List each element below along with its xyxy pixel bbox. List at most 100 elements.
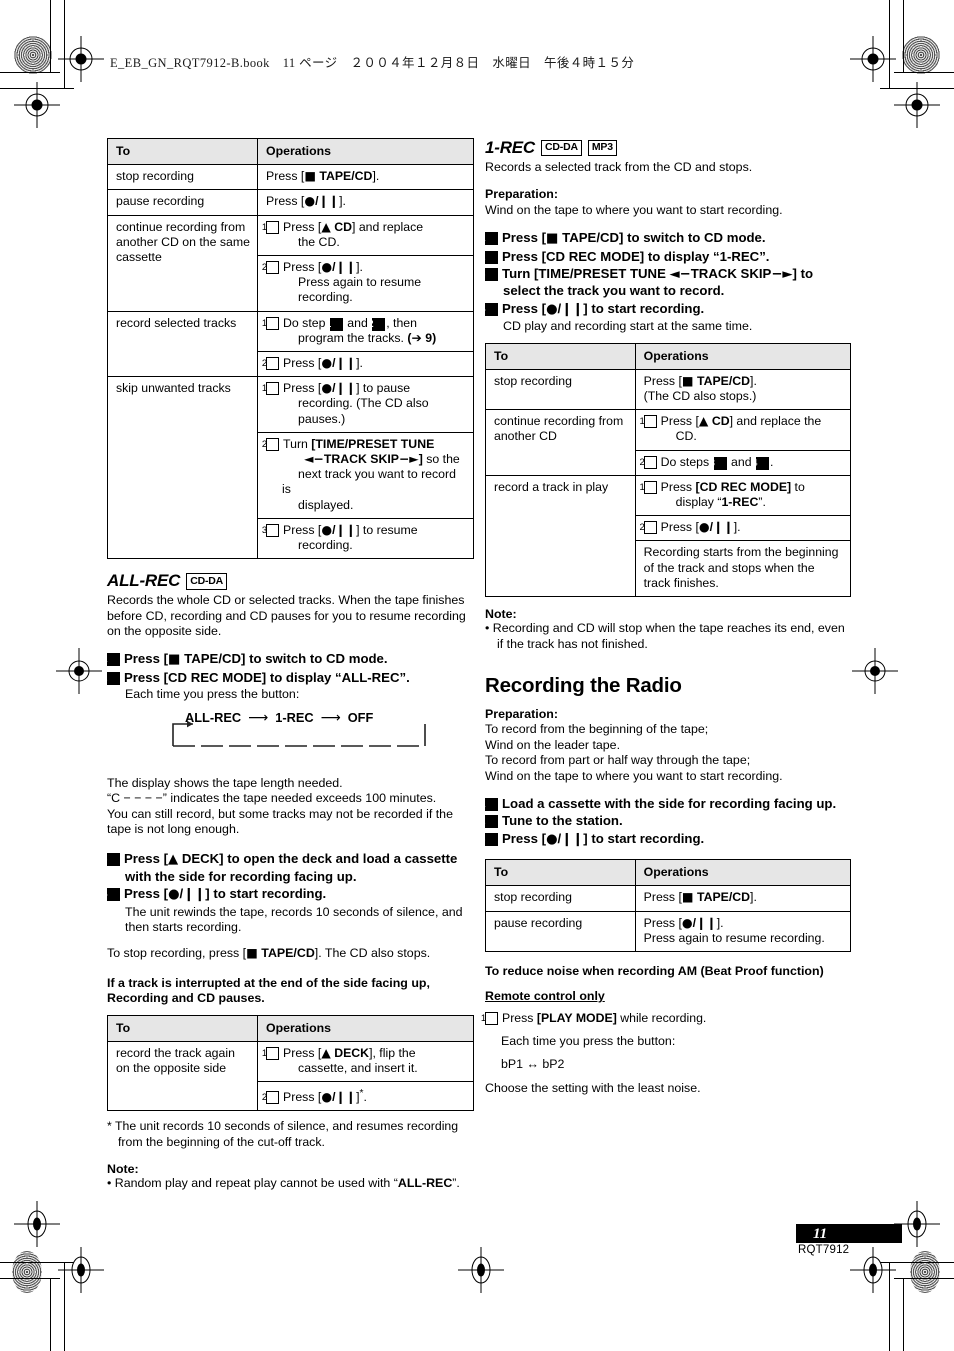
crop-mark-line (903, 0, 904, 73)
step-3: 3 Turn [TIME/PRESET TUNE ◄−TRACK SKIP−►] … (479, 266, 814, 299)
cell-to: stop recording (485, 885, 636, 912)
cycle-item-1-rec: 1-REC (275, 710, 314, 726)
badge-cd-da: CD-DA (541, 139, 582, 157)
table-row: continue recording from another CD on th… (106, 214, 474, 312)
table-row: stop recording Press [■ TAPE/CD]. (The CD… (485, 368, 852, 411)
radio-prep-line-1: To record from the beginning of the tape… (485, 722, 709, 737)
cell-operations: 2 Do steps 3 and 4. (634, 449, 852, 476)
onerec-title: 1-REC (485, 138, 536, 157)
cycle-item-all-rec: ALL-REC (185, 710, 242, 726)
step-1: 1 Press [■ TAPE/CD] to switch to CD mode. (101, 651, 388, 668)
allrec-title: ALL-REC (107, 571, 181, 591)
allrec-stop-note: To stop recording, press [■ TAPE/CD]. Th… (107, 945, 431, 961)
cell-operations: 1 Press [▲ CD] and replace the CD. (257, 214, 474, 257)
table-header-row: To Operations (106, 1014, 474, 1042)
column-header-operations: Operations (257, 1014, 474, 1042)
crop-mark-line (64, 1262, 65, 1351)
onerec-heading: 1-REC CD-DA MP3 (485, 138, 851, 158)
allrec-after-cycle-line-2: “C − − − −” indicates the tape needed ex… (107, 791, 437, 806)
note-bullet: • Recording and CD will stop when the ta… (485, 621, 845, 651)
cell-to: continue recording from another CD (485, 409, 636, 476)
cell-operations: 1 Press [▲ CD] and replace the CD. (634, 409, 852, 451)
radio-prep-title: Preparation: (485, 706, 558, 721)
beat-proof-title: To reduce noise when recording AM (Beat … (485, 963, 824, 978)
step-3: 3 Press [●/❙❙] to start recording. (479, 830, 705, 847)
cell-operations: Press [●/❙❙]. Press again to resume recor… (634, 910, 852, 952)
note-title: Note: (107, 1161, 139, 1176)
allrec-heading: ALL-REC CD-DA (107, 571, 474, 591)
cell-operations: 1 Press [CD REC MODE] to display “1-REC”. (634, 474, 852, 517)
table-radio-operations: To Operations stop recording Press [■ TA… (485, 859, 852, 952)
table-header-row: To Operations (106, 137, 474, 166)
badge-mp3: MP3 (587, 139, 617, 157)
cell-operations: Recording starts from the beginning of t… (634, 540, 852, 598)
cell-operations: Press [●/❙❙]. (257, 189, 474, 216)
column-header-operations: Operations (634, 859, 852, 887)
page-footer: 11 RQT7912 (796, 1224, 902, 1256)
radio-prep-line-2: Wind on the leader tape. (485, 737, 621, 752)
crop-mark-line (0, 1278, 60, 1279)
table-header-row: To Operations (485, 342, 852, 370)
cell-to: stop recording (106, 164, 259, 191)
cell-operations: 2 Turn [TIME/PRESET TUNE ◄−TRACK SKIP−►] s… (257, 431, 474, 519)
step-4: 4 Press [●/❙❙] to start recording. (101, 886, 327, 903)
table-row: record the track again on the opposite s… (106, 1040, 474, 1112)
rec-mode-cycle-diagram: ALL-REC ⟶ 1-REC ⟶ OFF (163, 710, 443, 758)
allrec-steps: 1 Press [■ TAPE/CD] to switch to CD mode.… (101, 651, 474, 702)
table-row: skip unwanted tracks 1 Press [●/❙❙] to pa… (106, 376, 474, 560)
left-column: To Operations stop recording Press [■ TA… (101, 137, 474, 1191)
radio-prep-line-4: Wind on the tape to where you want to st… (485, 768, 783, 783)
allrec-interrupt-note: If a track is interrupted at the end of … (107, 975, 430, 1006)
halftone-registration-dot-topleft (14, 36, 52, 74)
crop-mark-line (64, 0, 65, 89)
step-3: 3 Press [▲ DECK] to open the deck and loa… (101, 851, 458, 884)
arrow-right-icon: ⟶ (320, 709, 341, 726)
crop-mark-line (0, 72, 60, 73)
radio-steps: 1 Load a cassette with the side for recor… (479, 795, 851, 848)
table-row: record a track in play 1 Press [CD REC MO… (485, 474, 852, 598)
beat-each-time-label: Each time you press the button: (501, 1033, 676, 1048)
remote-control-only-label: Remote control only (485, 989, 605, 1004)
cycle-item-off: OFF (347, 710, 374, 726)
cell-operations: Press [■ TAPE/CD]. (257, 164, 474, 191)
registration-crosshair-midright (852, 648, 898, 694)
table-header-row: To Operations (485, 859, 852, 887)
step-1: 1 Load a cassette with the side for recor… (479, 795, 837, 811)
onerec-prep-title: Preparation: (485, 187, 558, 202)
arrow-right-icon: ⟶ (248, 709, 269, 726)
crop-mark-line (903, 1278, 904, 1351)
book-header-line: E_EB_GN_RQT7912-B.book 11 ページ ２００４年１２月８日… (110, 56, 635, 70)
halftone-registration-dot-bottomright (910, 1251, 940, 1293)
cell-to: continue recording from another CD on th… (106, 214, 259, 312)
allrec-intro: Records the whole CD or selected tracks.… (107, 593, 466, 639)
cell-operations: 1 Press [●/❙❙] to pause recording. (The CD… (257, 376, 474, 433)
note-title: Note: (485, 607, 517, 622)
step-2-sub: Each time you press the button: (125, 687, 300, 702)
step-2: 2 Press [CD REC MODE] to display “ALL-REC… (101, 669, 410, 685)
beat-choose-note: Choose the setting with the least noise. (485, 1080, 701, 1095)
registration-crosshair-bottomcenter (458, 1247, 504, 1293)
step-1: 1 Press [■ TAPE/CD] to switch to CD mode. (479, 230, 766, 247)
step-2: 2 Tune to the station. (479, 813, 623, 829)
onerec-prep-text: Wind on the tape to where you want to st… (485, 202, 783, 217)
cell-operations: 2 Press [●/❙❙]. (257, 351, 474, 378)
cell-to: pause recording (485, 910, 636, 952)
step-2: 2 Press [CD REC MODE] to display “1-REC”. (479, 248, 770, 264)
note-bullet: • Random play and repeat play cannot be … (107, 1175, 460, 1190)
cell-operations: 2 Press [●/❙❙]. (634, 515, 852, 542)
crop-mark-line (0, 1262, 74, 1263)
column-header-to: To (485, 859, 636, 887)
cell-to: stop recording (485, 368, 636, 411)
cell-operations: Press [■ TAPE/CD]. (634, 885, 852, 912)
allrec-steps-2: 3 Press [▲ DECK] to open the deck and loa… (101, 851, 474, 935)
halftone-registration-dot-topright (902, 36, 940, 74)
crop-mark-line (889, 0, 890, 89)
table-row: stop recording Press [■ TAPE/CD]. (485, 885, 852, 912)
allrec-after-cycle-line-1: The display shows the tape length needed… (107, 775, 343, 790)
halftone-registration-dot-bottomleft (12, 1251, 42, 1293)
cell-to: skip unwanted tracks (106, 376, 259, 560)
column-header-operations: Operations (634, 342, 852, 370)
cell-operations: 2 Press [●/❙❙]*. (257, 1081, 474, 1112)
crop-mark-line (889, 1262, 890, 1351)
column-header-to: To (106, 137, 259, 166)
